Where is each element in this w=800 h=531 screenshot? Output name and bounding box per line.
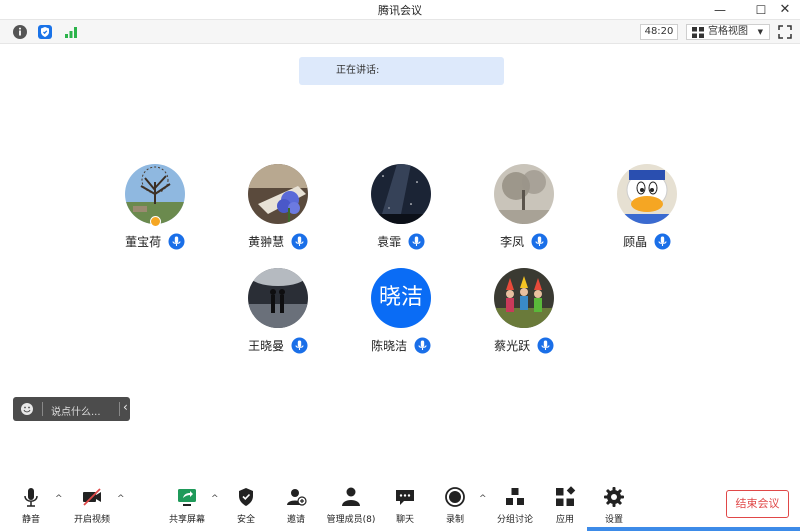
participant-tile[interactable]: 袁霏: [351, 164, 451, 254]
mic-icon: [291, 233, 308, 250]
view-mode-label: 宫格视图: [708, 26, 748, 37]
minimize-button[interactable]: —: [705, 0, 735, 19]
security-label: 安全: [236, 515, 255, 525]
close-button[interactable]: ✕: [770, 0, 800, 19]
avatar: [371, 164, 431, 224]
chat-quick-input[interactable]: 说点什么... ‹: [13, 397, 130, 421]
video-options-caret[interactable]: ^: [117, 494, 125, 504]
shield-icon: [239, 488, 253, 506]
grid-view-icon: [692, 27, 704, 38]
collapse-chevron-icon[interactable]: ‹: [123, 400, 128, 414]
participant-tile[interactable]: 李凤: [474, 164, 574, 254]
mic-icon: [537, 337, 554, 354]
participant-name: 董宝荷: [125, 235, 162, 249]
invite-button[interactable]: 邀请: [280, 486, 312, 526]
mute-label: 静音: [21, 515, 40, 525]
mic-icon: [408, 233, 425, 250]
apps-button[interactable]: 应用: [550, 486, 580, 526]
avatar: [125, 164, 185, 224]
mic-icon: [654, 233, 671, 250]
participant-tile[interactable]: 顾晶: [597, 164, 697, 254]
fullscreen-icon[interactable]: [778, 25, 792, 39]
security-button[interactable]: 安全: [230, 486, 262, 526]
participant-tile[interactable]: 晓洁 陈晓洁: [351, 268, 451, 358]
mute-options-caret[interactable]: ^: [55, 494, 63, 504]
participant-name: 王晓曼: [248, 339, 285, 353]
meeting-timer: 48:20: [640, 24, 678, 40]
record-icon: [445, 487, 465, 507]
share-screen-label: 共享屏幕: [168, 515, 205, 525]
settings-button[interactable]: 设置: [599, 486, 629, 526]
mic-icon: [168, 233, 185, 250]
apps-icon: [556, 486, 576, 506]
settings-label: 设置: [604, 515, 623, 525]
participant-name: 顾晶: [623, 235, 648, 249]
participant-tile[interactable]: 黄翀慧: [228, 164, 328, 254]
participant-tile[interactable]: 蔡光跃: [474, 268, 574, 358]
mic-icon: [291, 337, 308, 354]
share-options-caret[interactable]: ^: [211, 494, 219, 504]
divider: [119, 402, 120, 416]
avatar: [248, 164, 308, 224]
share-screen-icon: [178, 489, 196, 506]
host-badge: [150, 216, 161, 227]
chat-placeholder[interactable]: 说点什么...: [51, 403, 101, 418]
mic-icon: [531, 233, 548, 250]
speaking-indicator: 正在讲话:: [299, 57, 504, 85]
window-title: 腾讯会议: [378, 4, 422, 17]
start-video-button[interactable]: 开启视频: [68, 486, 116, 526]
speaking-label: 正在讲话:: [336, 65, 380, 76]
avatar: 晓洁: [371, 268, 431, 328]
status-bar-accent: [587, 527, 800, 531]
avatar: [494, 164, 554, 224]
participant-name: 袁霏: [377, 235, 402, 249]
chat-label: 聊天: [395, 515, 414, 525]
mute-button[interactable]: 静音: [12, 486, 50, 526]
participant-name: 黄翀慧: [248, 235, 285, 249]
video-off-icon: [83, 488, 101, 506]
avatar: [248, 268, 308, 328]
title-bar: 腾讯会议 — ☐ ✕: [0, 0, 800, 19]
avatar: [494, 268, 554, 328]
breakout-rooms-button[interactable]: 分组讨论: [493, 486, 537, 526]
start-video-label: 开启视频: [73, 515, 110, 525]
manage-members-label: 管理成员(8): [326, 515, 376, 525]
chevron-down-icon: ▼: [757, 28, 763, 36]
manage-members-button[interactable]: 管理成员(8): [323, 486, 379, 526]
members-icon: [342, 487, 360, 506]
record-options-caret[interactable]: ^: [479, 494, 487, 504]
info-icon[interactable]: [12, 24, 28, 40]
microphone-icon: [24, 488, 38, 507]
chat-button[interactable]: 聊天: [390, 486, 420, 526]
gear-icon: [604, 487, 624, 507]
invite-label: 邀请: [286, 515, 305, 525]
bottom-toolbar: 静音 ^ 开启视频 ^ 共享屏幕 ^ 安全 邀请 管理成员(8) 聊天 录制 ^…: [0, 480, 800, 531]
breakout-rooms-icon: [506, 488, 524, 505]
avatar: [617, 164, 677, 224]
chat-bubble-icon: [396, 490, 414, 505]
mic-icon: [414, 337, 431, 354]
participant-tile[interactable]: 王晓曼: [228, 268, 328, 358]
participant-name: 蔡光跃: [494, 339, 531, 353]
add-user-icon: [287, 489, 307, 506]
share-screen-button[interactable]: 共享屏幕: [163, 486, 211, 526]
top-toolbar: 48:20 宫格视图 ▼: [0, 19, 800, 44]
end-meeting-button[interactable]: 结束会议: [726, 490, 789, 518]
shield-icon[interactable]: [37, 24, 53, 40]
signal-icon[interactable]: [63, 24, 79, 40]
breakout-rooms-label: 分组讨论: [496, 515, 533, 525]
view-mode-dropdown[interactable]: 宫格视图 ▼: [686, 24, 770, 40]
participant-tile[interactable]: 董宝荷: [105, 164, 205, 254]
record-label: 录制: [445, 515, 464, 525]
participant-name: 李凤: [500, 235, 525, 249]
divider: [42, 402, 43, 416]
emoji-icon[interactable]: [20, 402, 34, 416]
participant-name: 陈晓洁: [371, 339, 408, 353]
record-button[interactable]: 录制: [440, 486, 470, 526]
apps-label: 应用: [555, 515, 574, 525]
